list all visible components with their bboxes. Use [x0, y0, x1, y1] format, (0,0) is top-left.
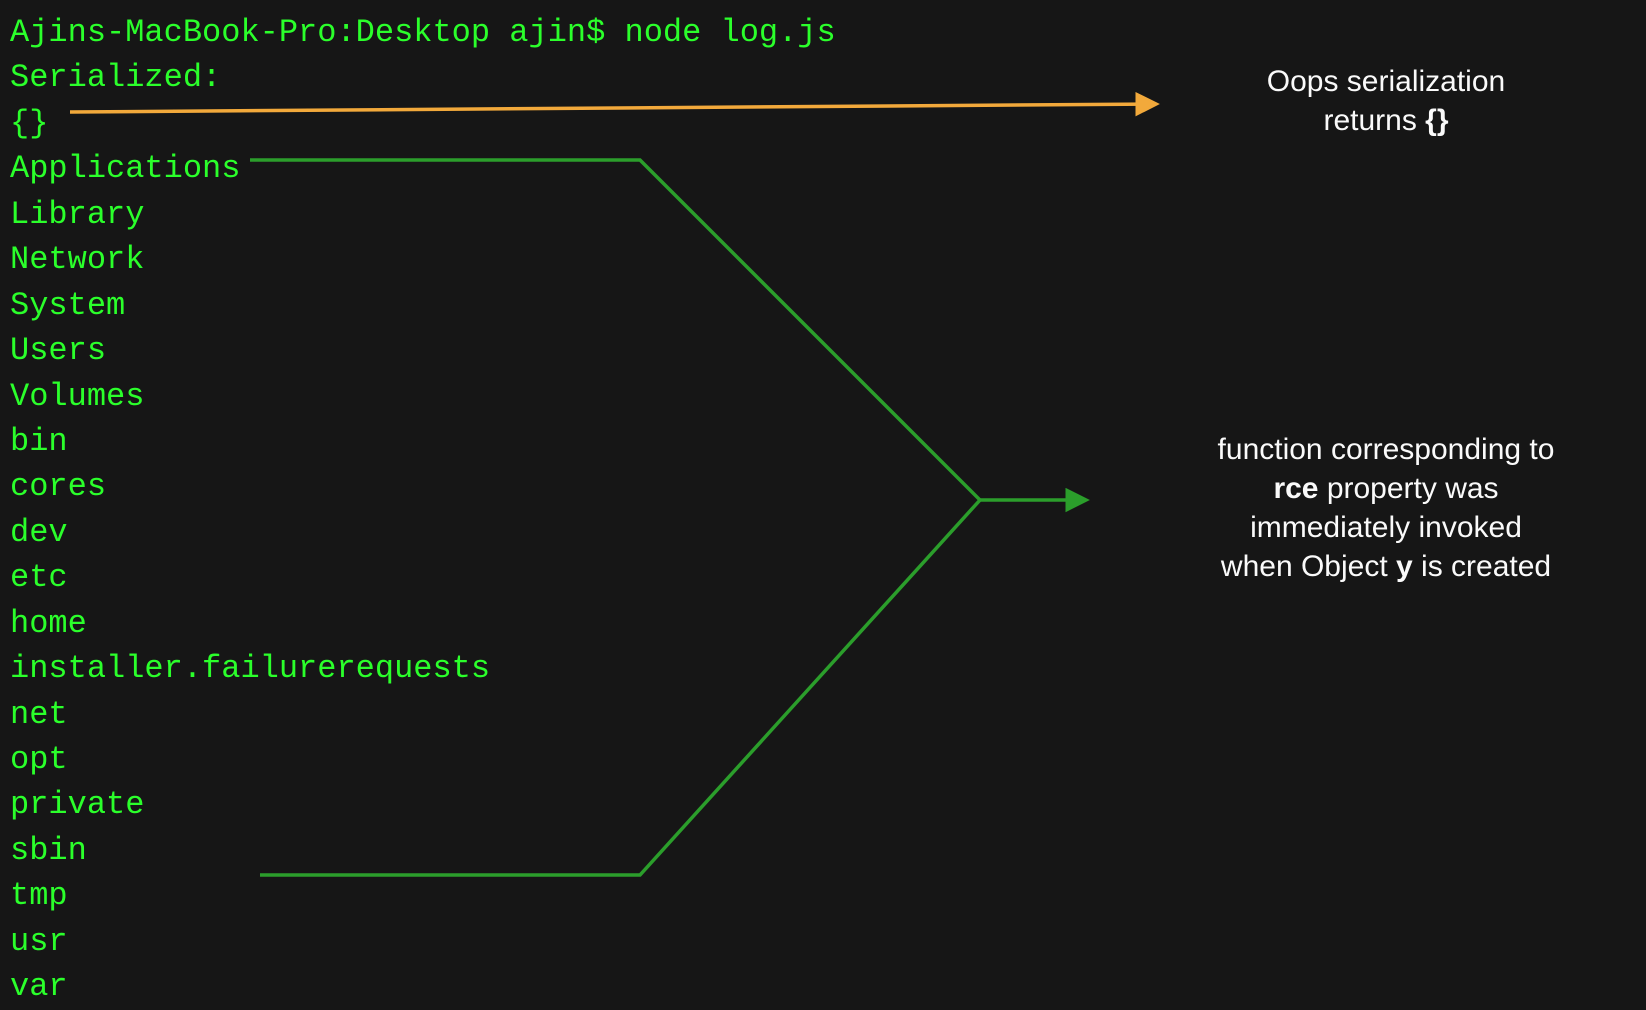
terminal-output-line: cores	[10, 464, 836, 509]
annotation-text: immediately invoked	[1250, 511, 1522, 544]
terminal-output-line: Applications	[10, 146, 836, 191]
annotation-serialization: Oops serialization returns {}	[1216, 62, 1556, 140]
terminal-output-line: opt	[10, 737, 836, 782]
annotation-braces: {}	[1425, 104, 1448, 137]
annotation-rce-bold: rce	[1273, 472, 1318, 505]
terminal-serialized-label: Serialized:	[10, 55, 836, 100]
terminal-output-line: Volumes	[10, 374, 836, 419]
terminal-output-line: Network	[10, 237, 836, 282]
annotation-text: property was	[1318, 472, 1498, 505]
terminal-output-line: var	[10, 964, 836, 1009]
terminal-output-line: System	[10, 283, 836, 328]
terminal-output-line: usr	[10, 919, 836, 964]
terminal-output-line: home	[10, 601, 836, 646]
terminal-output-line: dev	[10, 510, 836, 555]
annotation-text: is created	[1413, 550, 1551, 583]
annotation-text: when Object	[1221, 550, 1396, 583]
annotation-y-bold: y	[1396, 550, 1413, 583]
terminal-output-line: net	[10, 692, 836, 737]
terminal-serialized-value: {}	[10, 101, 836, 146]
annotation-text: returns	[1323, 104, 1425, 137]
terminal-output: Ajins-MacBook-Pro:Desktop ajin$ node log…	[10, 10, 836, 1010]
terminal-output-line: tmp	[10, 873, 836, 918]
terminal-output-line: installer.failurerequests	[10, 646, 836, 691]
terminal-output-line: bin	[10, 419, 836, 464]
terminal-output-line: private	[10, 782, 836, 827]
terminal-output-line: etc	[10, 555, 836, 600]
annotation-text: Oops serialization	[1267, 65, 1505, 98]
terminal-prompt-line: Ajins-MacBook-Pro:Desktop ajin$ node log…	[10, 10, 836, 55]
annotation-text: function corresponding to	[1218, 433, 1555, 466]
annotation-rce: function corresponding to rce property w…	[1181, 430, 1591, 586]
terminal-output-line: sbin	[10, 828, 836, 873]
terminal-output-line: Users	[10, 328, 836, 373]
terminal-output-line: Library	[10, 192, 836, 237]
